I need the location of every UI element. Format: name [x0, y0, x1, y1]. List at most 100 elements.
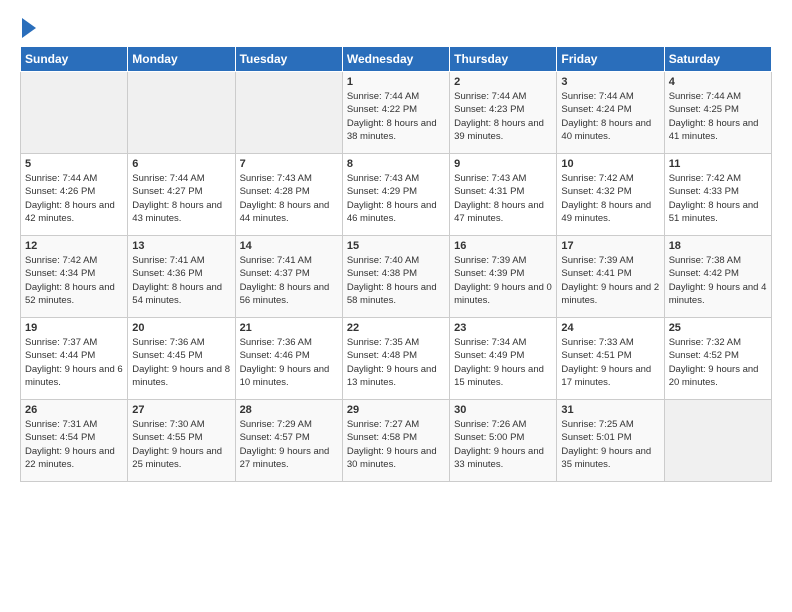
- day-number: 27: [132, 404, 230, 416]
- calendar-cell: 15Sunrise: 7:40 AM Sunset: 4:38 PM Dayli…: [342, 236, 449, 318]
- day-number: 3: [561, 76, 659, 88]
- cell-text: Sunrise: 7:40 AM Sunset: 4:38 PM Dayligh…: [347, 254, 445, 307]
- calendar-cell: 7 Sunrise: 7:43 AM Sunset: 4:28 PM Daylig…: [235, 154, 342, 236]
- day-number: 10: [561, 158, 659, 170]
- calendar-header-tuesday: Tuesday: [235, 47, 342, 72]
- day-number: 16: [454, 240, 552, 252]
- day-number: 22: [347, 322, 445, 334]
- cell-text: Sunrise: 7:44 AM Sunset: 4:26 PM Dayligh…: [25, 172, 123, 225]
- page: SundayMondayTuesdayWednesdayThursdayFrid…: [0, 0, 792, 612]
- calendar-cell: 18 Sunrise: 7:38 AM Sunset: 4:42 PM Dayli…: [664, 236, 771, 318]
- day-number: 19: [25, 322, 123, 334]
- calendar-week-row: 1 Sunrise: 7:44 AM Sunset: 4:22 PM Daylig…: [21, 72, 772, 154]
- calendar-cell: 2 Sunrise: 7:44 AM Sunset: 4:23 PM Daylig…: [450, 72, 557, 154]
- calendar-cell: 25 Sunrise: 7:32 AM Sunset: 4:52 PM Dayli…: [664, 318, 771, 400]
- cell-text: Sunrise: 7:32 AM Sunset: 4:52 PM Dayligh…: [669, 336, 767, 389]
- calendar-cell: 6 Sunrise: 7:44 AM Sunset: 4:27 PM Daylig…: [128, 154, 235, 236]
- day-number: 29: [347, 404, 445, 416]
- day-number: 20: [132, 322, 230, 334]
- calendar-table: SundayMondayTuesdayWednesdayThursdayFrid…: [20, 46, 772, 482]
- day-number: 26: [25, 404, 123, 416]
- calendar-header-row: SundayMondayTuesdayWednesdayThursdayFrid…: [21, 47, 772, 72]
- calendar-cell: 17Sunrise: 7:39 AM Sunset: 4:41 PM Dayli…: [557, 236, 664, 318]
- calendar-cell: 3Sunrise: 7:44 AM Sunset: 4:24 PM Daylig…: [557, 72, 664, 154]
- calendar-header-saturday: Saturday: [664, 47, 771, 72]
- header: [20, 16, 772, 38]
- cell-text: Sunrise: 7:33 AM Sunset: 4:51 PM Dayligh…: [561, 336, 659, 389]
- cell-text: Sunrise: 7:44 AM Sunset: 4:23 PM Dayligh…: [454, 90, 552, 143]
- cell-text: Sunrise: 7:42 AM Sunset: 4:33 PM Dayligh…: [669, 172, 767, 225]
- calendar-week-row: 12 Sunrise: 7:42 AM Sunset: 4:34 PM Dayli…: [21, 236, 772, 318]
- calendar-cell: 10Sunrise: 7:42 AM Sunset: 4:32 PM Dayli…: [557, 154, 664, 236]
- day-number: 31: [561, 404, 659, 416]
- cell-text: Sunrise: 7:34 AM Sunset: 4:49 PM Dayligh…: [454, 336, 552, 389]
- day-number: 23: [454, 322, 552, 334]
- day-number: 18: [669, 240, 767, 252]
- cell-text: Sunrise: 7:35 AM Sunset: 4:48 PM Dayligh…: [347, 336, 445, 389]
- day-number: 13: [132, 240, 230, 252]
- calendar-cell: 14Sunrise: 7:41 AM Sunset: 4:37 PM Dayli…: [235, 236, 342, 318]
- calendar-cell: 24Sunrise: 7:33 AM Sunset: 4:51 PM Dayli…: [557, 318, 664, 400]
- day-number: 1: [347, 76, 445, 88]
- calendar-week-row: 5 Sunrise: 7:44 AM Sunset: 4:26 PM Daylig…: [21, 154, 772, 236]
- calendar-cell: 30Sunrise: 7:26 AM Sunset: 5:00 PM Dayli…: [450, 400, 557, 482]
- calendar-cell: 21 Sunrise: 7:36 AM Sunset: 4:46 PM Dayli…: [235, 318, 342, 400]
- calendar-header-monday: Monday: [128, 47, 235, 72]
- cell-text: Sunrise: 7:43 AM Sunset: 4:31 PM Dayligh…: [454, 172, 552, 225]
- cell-text: Sunrise: 7:43 AM Sunset: 4:29 PM Dayligh…: [347, 172, 445, 225]
- cell-text: Sunrise: 7:37 AM Sunset: 4:44 PM Dayligh…: [25, 336, 123, 389]
- cell-text: Sunrise: 7:42 AM Sunset: 4:34 PM Dayligh…: [25, 254, 123, 307]
- day-number: 25: [669, 322, 767, 334]
- cell-text: Sunrise: 7:26 AM Sunset: 5:00 PM Dayligh…: [454, 418, 552, 471]
- calendar-cell: 23 Sunrise: 7:34 AM Sunset: 4:49 PM Dayli…: [450, 318, 557, 400]
- cell-text: Sunrise: 7:29 AM Sunset: 4:57 PM Dayligh…: [240, 418, 338, 471]
- cell-text: Sunrise: 7:30 AM Sunset: 4:55 PM Dayligh…: [132, 418, 230, 471]
- calendar-cell: 9 Sunrise: 7:43 AM Sunset: 4:31 PM Daylig…: [450, 154, 557, 236]
- calendar-cell: 5 Sunrise: 7:44 AM Sunset: 4:26 PM Daylig…: [21, 154, 128, 236]
- cell-text: Sunrise: 7:44 AM Sunset: 4:25 PM Dayligh…: [669, 90, 767, 143]
- cell-text: Sunrise: 7:25 AM Sunset: 5:01 PM Dayligh…: [561, 418, 659, 471]
- day-number: 8: [347, 158, 445, 170]
- calendar-cell: [21, 72, 128, 154]
- calendar-cell: 13Sunrise: 7:41 AM Sunset: 4:36 PM Dayli…: [128, 236, 235, 318]
- cell-text: Sunrise: 7:39 AM Sunset: 4:39 PM Dayligh…: [454, 254, 552, 307]
- logo: [20, 16, 40, 38]
- calendar-cell: 1 Sunrise: 7:44 AM Sunset: 4:22 PM Daylig…: [342, 72, 449, 154]
- cell-text: Sunrise: 7:41 AM Sunset: 4:37 PM Dayligh…: [240, 254, 338, 307]
- day-number: 6: [132, 158, 230, 170]
- day-number: 17: [561, 240, 659, 252]
- calendar-week-row: 19 Sunrise: 7:37 AM Sunset: 4:44 PM Dayli…: [21, 318, 772, 400]
- day-number: 21: [240, 322, 338, 334]
- cell-text: Sunrise: 7:36 AM Sunset: 4:46 PM Dayligh…: [240, 336, 338, 389]
- calendar-header-friday: Friday: [557, 47, 664, 72]
- cell-text: Sunrise: 7:27 AM Sunset: 4:58 PM Dayligh…: [347, 418, 445, 471]
- calendar-cell: 31 Sunrise: 7:25 AM Sunset: 5:01 PM Dayli…: [557, 400, 664, 482]
- cell-text: Sunrise: 7:43 AM Sunset: 4:28 PM Dayligh…: [240, 172, 338, 225]
- cell-text: Sunrise: 7:44 AM Sunset: 4:27 PM Dayligh…: [132, 172, 230, 225]
- calendar-cell: [235, 72, 342, 154]
- day-number: 12: [25, 240, 123, 252]
- day-number: 2: [454, 76, 552, 88]
- cell-text: Sunrise: 7:44 AM Sunset: 4:22 PM Dayligh…: [347, 90, 445, 143]
- day-number: 9: [454, 158, 552, 170]
- calendar-cell: 20 Sunrise: 7:36 AM Sunset: 4:45 PM Dayli…: [128, 318, 235, 400]
- calendar-cell: 16 Sunrise: 7:39 AM Sunset: 4:39 PM Dayli…: [450, 236, 557, 318]
- calendar-week-row: 26 Sunrise: 7:31 AM Sunset: 4:54 PM Dayli…: [21, 400, 772, 482]
- cell-text: Sunrise: 7:31 AM Sunset: 4:54 PM Dayligh…: [25, 418, 123, 471]
- calendar-header-thursday: Thursday: [450, 47, 557, 72]
- calendar-cell: [128, 72, 235, 154]
- day-number: 4: [669, 76, 767, 88]
- calendar-cell: 8 Sunrise: 7:43 AM Sunset: 4:29 PM Daylig…: [342, 154, 449, 236]
- cell-text: Sunrise: 7:38 AM Sunset: 4:42 PM Dayligh…: [669, 254, 767, 307]
- day-number: 7: [240, 158, 338, 170]
- calendar-cell: 12 Sunrise: 7:42 AM Sunset: 4:34 PM Dayli…: [21, 236, 128, 318]
- day-number: 5: [25, 158, 123, 170]
- day-number: 11: [669, 158, 767, 170]
- calendar-cell: 26 Sunrise: 7:31 AM Sunset: 4:54 PM Dayli…: [21, 400, 128, 482]
- cell-text: Sunrise: 7:36 AM Sunset: 4:45 PM Dayligh…: [132, 336, 230, 389]
- calendar-header-sunday: Sunday: [21, 47, 128, 72]
- calendar-cell: 29 Sunrise: 7:27 AM Sunset: 4:58 PM Dayli…: [342, 400, 449, 482]
- calendar-cell: 19 Sunrise: 7:37 AM Sunset: 4:44 PM Dayli…: [21, 318, 128, 400]
- day-number: 28: [240, 404, 338, 416]
- calendar-cell: 27 Sunrise: 7:30 AM Sunset: 4:55 PM Dayli…: [128, 400, 235, 482]
